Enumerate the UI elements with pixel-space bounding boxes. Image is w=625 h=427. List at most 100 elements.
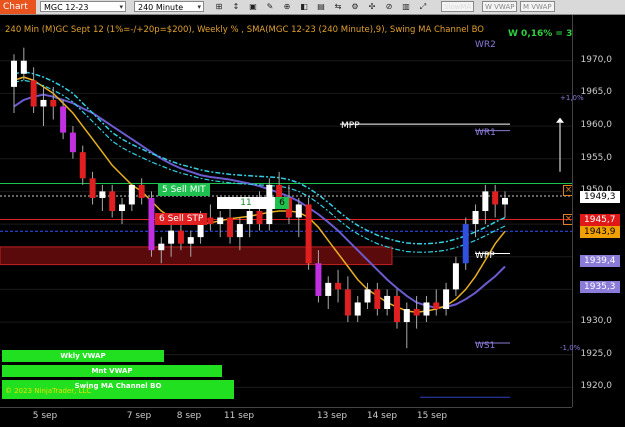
time-tick-label: 14 sep xyxy=(366,411,398,421)
chart-title: 240 Min (M)GC Sept 12 (1%=-/+20p=$200), … xyxy=(5,25,484,35)
price-tick-label: 1925,0 xyxy=(580,348,613,359)
price-tick-label: 1930,0 xyxy=(580,316,613,327)
toolbar-button-icon[interactable]: ▣ xyxy=(246,1,260,13)
resistance-zone xyxy=(0,246,393,266)
candle-body xyxy=(50,99,57,107)
time-tick-label: 13 sep xyxy=(316,411,348,421)
chevron-down-icon: ▾ xyxy=(197,3,201,11)
mnt-vwap-panel: Mnt VWAP xyxy=(2,365,222,377)
candle-body xyxy=(276,184,283,198)
chevron-down-icon: ▾ xyxy=(119,3,123,11)
sell-stp-order-tag[interactable]: 6 Sell STP xyxy=(155,213,208,225)
projection-arrow-head xyxy=(556,117,564,123)
indicator-w-vwap[interactable]: W VWAP xyxy=(482,1,518,12)
candle-body xyxy=(128,184,135,205)
candle-body xyxy=(374,289,381,309)
candle-body xyxy=(354,302,361,316)
instrument-selector[interactable]: MGC 12-23 ▾ xyxy=(40,1,126,12)
candle-body xyxy=(256,211,263,225)
candle-body xyxy=(413,309,420,316)
price-tick-label: 1920,0 xyxy=(580,381,613,392)
candle-body xyxy=(79,152,86,179)
candle-body xyxy=(384,295,391,309)
toolbar-button-icon[interactable]: ▤ xyxy=(314,1,328,13)
wpp-label: WPP xyxy=(475,251,495,261)
candle-body xyxy=(305,204,312,264)
candle-body xyxy=(109,191,116,211)
time-tick-label: 8 sep xyxy=(176,411,202,421)
candle-body xyxy=(20,60,27,74)
toolbar-button-icon[interactable]: ✎ xyxy=(263,1,277,13)
indicator-m-vwap[interactable]: M VWAP xyxy=(520,1,555,12)
toolbar-button-icon[interactable]: ⊞ xyxy=(212,1,226,13)
wr2-label: WR2 xyxy=(475,40,496,50)
wr1-label: WR1 xyxy=(475,128,496,138)
indicator-slowma[interactable]: SlowMA xyxy=(441,1,475,12)
candle-body xyxy=(217,217,224,225)
toolbar-button-icon[interactable]: ◧ xyxy=(297,1,311,13)
candle-body xyxy=(433,302,440,309)
time-tick-label: 15 sep xyxy=(416,411,448,421)
toolbar-button-icon[interactable]: ⇆ xyxy=(331,1,345,13)
candle-body xyxy=(462,224,469,264)
weekly-percent-label: W 0,16% = 3,1 xyxy=(508,29,583,39)
price-tick-label: 1965,0 xyxy=(580,87,613,98)
candle-body xyxy=(168,230,175,244)
candle-body xyxy=(158,243,165,251)
price-tag-slowma-upper: 1939,4 xyxy=(580,255,620,267)
candle-body xyxy=(11,60,17,87)
time-axis[interactable]: 5 sep 7 sep 8 sep 11 sep 13 sep 14 sep 15 sep xyxy=(0,407,572,427)
candle-body xyxy=(482,191,489,211)
candle-body xyxy=(325,282,332,296)
candle-body xyxy=(177,230,184,244)
toolbar-button-icon[interactable]: ⚙ xyxy=(348,1,362,13)
plus-percent-label: +1,0% xyxy=(560,94,584,102)
toolbar-button-icon[interactable]: ✣ xyxy=(365,1,379,13)
position-quantity-box[interactable]: 11 xyxy=(217,197,275,209)
candle-body xyxy=(60,106,67,133)
candle-body xyxy=(89,178,96,198)
wkly-vwap-panel: Wkly VWAP xyxy=(2,350,164,362)
chart-tab[interactable]: Chart xyxy=(0,0,36,14)
toolbar-button-icon[interactable]: ⊘ xyxy=(382,1,396,13)
time-tick-label: 7 sep xyxy=(126,411,152,421)
candle-body xyxy=(393,295,400,323)
time-tick-label: 11 sep xyxy=(223,411,255,421)
instrument-label: MGC 12-23 xyxy=(44,3,89,12)
candle-body xyxy=(148,197,155,251)
sell-mit-order-tag[interactable]: 5 Sell MIT xyxy=(158,184,210,196)
candle-body xyxy=(207,217,214,225)
candle-body xyxy=(492,191,499,205)
candle-body xyxy=(502,197,508,205)
toolbar-button-icon[interactable]: ▥ xyxy=(399,1,413,13)
copyright-text: © 2023 NinjaTrader, LLC xyxy=(5,387,92,395)
toolbar-button-icon[interactable]: ⊕ xyxy=(280,1,294,13)
candle-body xyxy=(443,289,450,309)
candle-body xyxy=(403,309,410,323)
mpp-label: MPP xyxy=(341,121,360,131)
minus-percent-label: -1,0% xyxy=(560,344,581,352)
candle-body xyxy=(472,211,479,225)
candle-body xyxy=(227,217,234,238)
candle-body xyxy=(99,191,106,198)
interval-selector[interactable]: 240 Minute ▾ xyxy=(134,1,204,12)
toolbar-button-icon[interactable]: ⤢ xyxy=(416,1,430,13)
toolbar-button-icon[interactable]: ↕ xyxy=(229,1,243,13)
price-tag-stop: 1945,7 xyxy=(580,214,620,226)
price-tag-last: 1949,3 xyxy=(580,191,620,203)
position-count-box[interactable]: 6 xyxy=(275,197,289,209)
candle-body xyxy=(295,204,302,218)
ws1-label: WS1 xyxy=(475,341,496,351)
candle-body xyxy=(423,302,430,316)
price-tick-label: 1960,0 xyxy=(580,120,613,131)
candle-body xyxy=(315,263,322,296)
candle-body xyxy=(335,282,342,290)
candle-body xyxy=(138,184,145,198)
candle-body xyxy=(246,211,253,225)
candle-body xyxy=(40,99,47,107)
price-tick-label: 1970,0 xyxy=(580,54,613,65)
chart-toolbar: Chart MGC 12-23 ▾ 240 Minute ▾ ⊞ ↕ ▣ ✎ ⊕ ◧ ▤ ⇆ ⚙… xyxy=(0,0,625,15)
interval-label: 240 Minute xyxy=(138,3,184,12)
candle-body xyxy=(236,224,243,238)
price-tick-label: 1955,0 xyxy=(580,152,613,163)
